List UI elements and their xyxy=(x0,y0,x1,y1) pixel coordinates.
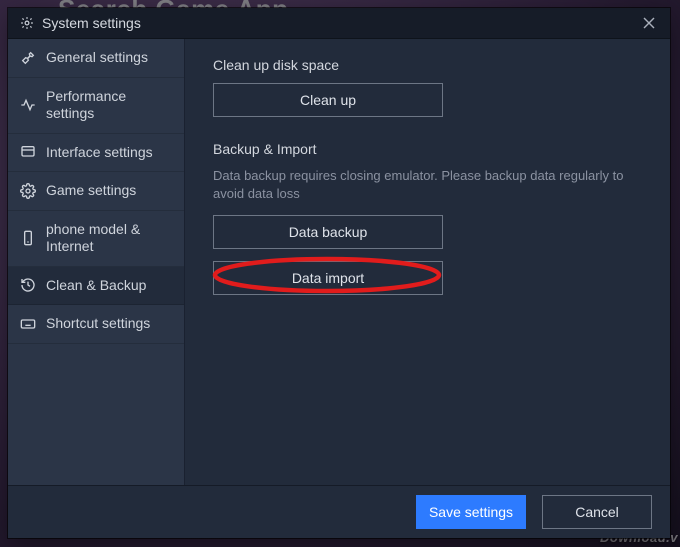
backup-hint-text: Data backup requires closing emulator. P… xyxy=(213,167,633,203)
data-backup-button[interactable]: Data backup xyxy=(213,215,443,249)
sidebar-item-performance-settings[interactable]: Performance settings xyxy=(8,78,184,134)
content-panel: Clean up disk space Clean up Backup & Im… xyxy=(185,39,670,485)
clean-up-button[interactable]: Clean up xyxy=(213,83,443,117)
sidebar-item-general-settings[interactable]: General settings xyxy=(8,39,184,78)
sidebar-item-label: General settings xyxy=(46,49,172,67)
backup-section-title: Backup & Import xyxy=(213,141,642,157)
sidebar-item-label: phone model & Internet xyxy=(46,221,172,256)
phone-icon xyxy=(20,230,36,246)
sidebar-item-game-settings[interactable]: Game settings xyxy=(8,172,184,211)
save-settings-button-label: Save settings xyxy=(429,504,513,520)
data-backup-button-label: Data backup xyxy=(289,224,368,240)
sidebar-item-phone-model-internet[interactable]: phone model & Internet xyxy=(8,211,184,267)
sidebar: General settings Performance settings xyxy=(8,39,185,485)
titlebar: System settings xyxy=(8,8,670,39)
sidebar-item-label: Interface settings xyxy=(46,144,172,162)
cancel-button[interactable]: Cancel xyxy=(542,495,652,529)
window-title: System settings xyxy=(42,15,141,31)
dialog-footer: Save settings Cancel xyxy=(8,485,670,538)
sidebar-item-shortcut-settings[interactable]: Shortcut settings xyxy=(8,305,184,344)
clean-up-button-label: Clean up xyxy=(300,92,356,108)
keyboard-icon xyxy=(20,316,36,332)
data-import-button[interactable]: Data import xyxy=(213,261,443,295)
sidebar-item-clean-backup[interactable]: Clean & Backup xyxy=(8,267,184,306)
sidebar-item-interface-settings[interactable]: Interface settings xyxy=(8,134,184,173)
history-icon xyxy=(20,277,36,293)
data-import-button-label: Data import xyxy=(292,270,364,286)
performance-icon xyxy=(20,97,36,113)
gear-icon xyxy=(20,16,34,30)
wrench-icon xyxy=(20,50,36,66)
save-settings-button[interactable]: Save settings xyxy=(416,495,526,529)
system-settings-dialog: System settings General settings xyxy=(8,8,670,538)
sidebar-item-label: Performance settings xyxy=(46,88,172,123)
dialog-body: General settings Performance settings xyxy=(8,39,670,485)
close-button[interactable] xyxy=(636,12,662,34)
interface-icon xyxy=(20,144,36,160)
sidebar-item-label: Clean & Backup xyxy=(46,277,172,295)
sidebar-item-label: Shortcut settings xyxy=(46,315,172,333)
cancel-button-label: Cancel xyxy=(575,504,619,520)
sidebar-item-label: Game settings xyxy=(46,182,172,200)
clean-section-title: Clean up disk space xyxy=(213,57,642,73)
gear-icon xyxy=(20,183,36,199)
